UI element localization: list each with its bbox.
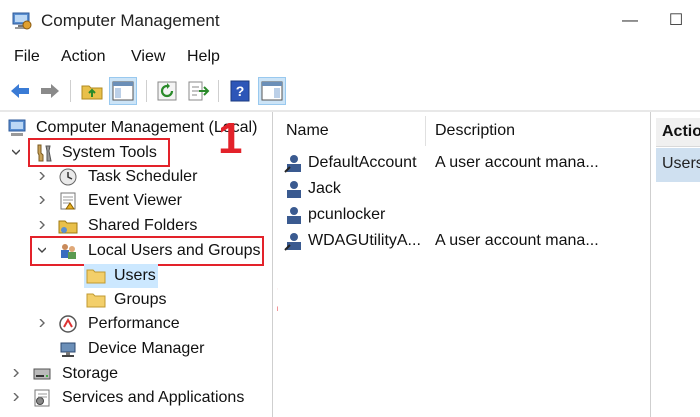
list-item[interactable]: Jack [278, 176, 650, 202]
actions-section-users[interactable]: Users [656, 148, 700, 182]
chevron-right-icon[interactable] [12, 393, 20, 401]
clock-icon [59, 168, 77, 186]
console-tree-icon[interactable] [111, 79, 135, 103]
computer-management-icon [8, 119, 26, 136]
actions-section-label: Users [662, 155, 700, 172]
tree-item-label: Services and Applications [62, 389, 245, 406]
tree-item-label: Users [114, 267, 156, 284]
tree-item-device-manager[interactable]: Device Manager [36, 337, 236, 361]
window-title: Computer Management [41, 11, 220, 30]
user-icon [287, 207, 301, 224]
tree-item-label: Event Viewer [88, 192, 182, 209]
list-item[interactable]: pcunlocker [278, 202, 650, 228]
menu-help[interactable]: Help [187, 48, 220, 66]
annotation-number-1: 1 [218, 114, 243, 163]
performance-icon [59, 315, 77, 333]
user-name: DefaultAccount [308, 154, 417, 171]
actions-header-label: Actio [662, 123, 700, 140]
tree-item-label: Storage [62, 365, 119, 382]
tree-item-label: Device Manager [88, 340, 205, 357]
device-manager-icon [60, 342, 76, 357]
forward-arrow-icon[interactable] [38, 79, 62, 103]
folder-icon [86, 269, 106, 284]
chevron-down-icon[interactable] [12, 148, 20, 156]
maximize-button[interactable]: ☐ [654, 6, 698, 36]
event-viewer-icon [60, 192, 76, 210]
user-name: Jack [308, 180, 341, 197]
back-arrow-icon[interactable] [8, 79, 32, 103]
show-hide-pane-icon[interactable] [260, 79, 284, 103]
toolbar-separator [146, 80, 147, 102]
user-description: A user account mana... [435, 154, 599, 171]
up-folder-icon[interactable] [80, 79, 104, 103]
user-description: A user account mana... [435, 232, 599, 249]
folder-icon [86, 293, 106, 308]
user-name: WDAGUtilityA... [308, 232, 421, 249]
tree-item-label: Shared Folders [88, 217, 198, 234]
tree-item-label: Performance [88, 315, 180, 332]
chevron-right-icon[interactable] [38, 196, 46, 204]
menu-bar: File Action View Help [0, 42, 700, 73]
user-icon [287, 181, 301, 198]
toolbar: ? [0, 72, 700, 111]
highlight-system-tools [28, 138, 170, 167]
tree-item-label: Groups [114, 291, 167, 308]
svg-text:?: ? [236, 83, 245, 99]
chevron-right-icon[interactable] [38, 319, 46, 327]
tree-item-label: Task Scheduler [88, 168, 198, 185]
export-icon[interactable] [186, 79, 210, 103]
user-icon [284, 233, 301, 251]
toolbar-separator [218, 80, 219, 102]
actions-header: Actio [656, 118, 700, 147]
title-bar: Computer Management — ☐ [0, 0, 700, 42]
tree-item-performance[interactable]: Performance [36, 312, 236, 336]
tree-item-storage[interactable]: Storage [10, 362, 210, 386]
chevron-right-icon[interactable] [38, 172, 46, 180]
services-icon [34, 389, 50, 407]
list-item[interactable]: DefaultAccount A user account mana... [278, 150, 650, 176]
users-list: Name Description DefaultAccount A user a… [278, 112, 651, 417]
menu-file[interactable]: File [14, 48, 40, 66]
highlight-local-users-and-groups [30, 236, 264, 266]
chevron-right-icon[interactable] [38, 221, 46, 229]
user-icon [284, 155, 301, 173]
list-item[interactable]: WDAGUtilityA... A user account mana... [278, 228, 650, 254]
console-tree: Computer Management (Local) System Tools… [0, 112, 300, 417]
actions-pane: Actio Users [654, 112, 700, 417]
menu-action[interactable]: Action [61, 48, 105, 66]
tree-item-groups[interactable]: Groups [84, 288, 194, 312]
minimize-button[interactable]: — [608, 6, 652, 36]
shared-folder-icon [58, 220, 78, 234]
column-header-description[interactable]: Description [435, 122, 515, 140]
user-name: pcunlocker [308, 206, 386, 223]
column-header-name[interactable]: Name [286, 122, 329, 140]
tree-item-shared-folders[interactable]: Shared Folders [36, 214, 236, 238]
tree-item-users[interactable]: Users [84, 264, 158, 288]
help-icon[interactable]: ? [228, 79, 252, 103]
computer-management-icon [12, 12, 32, 30]
column-divider[interactable] [425, 116, 426, 146]
menu-view[interactable]: View [131, 48, 165, 66]
tree-item-services-and-applications[interactable]: Services and Applications [10, 386, 270, 410]
tree-item-task-scheduler[interactable]: Task Scheduler [36, 165, 236, 189]
chevron-right-icon[interactable] [12, 369, 20, 377]
storage-icon [33, 368, 51, 380]
toolbar-separator [70, 80, 71, 102]
refresh-icon[interactable] [155, 79, 179, 103]
tree-item-event-viewer[interactable]: Event Viewer [36, 189, 236, 213]
